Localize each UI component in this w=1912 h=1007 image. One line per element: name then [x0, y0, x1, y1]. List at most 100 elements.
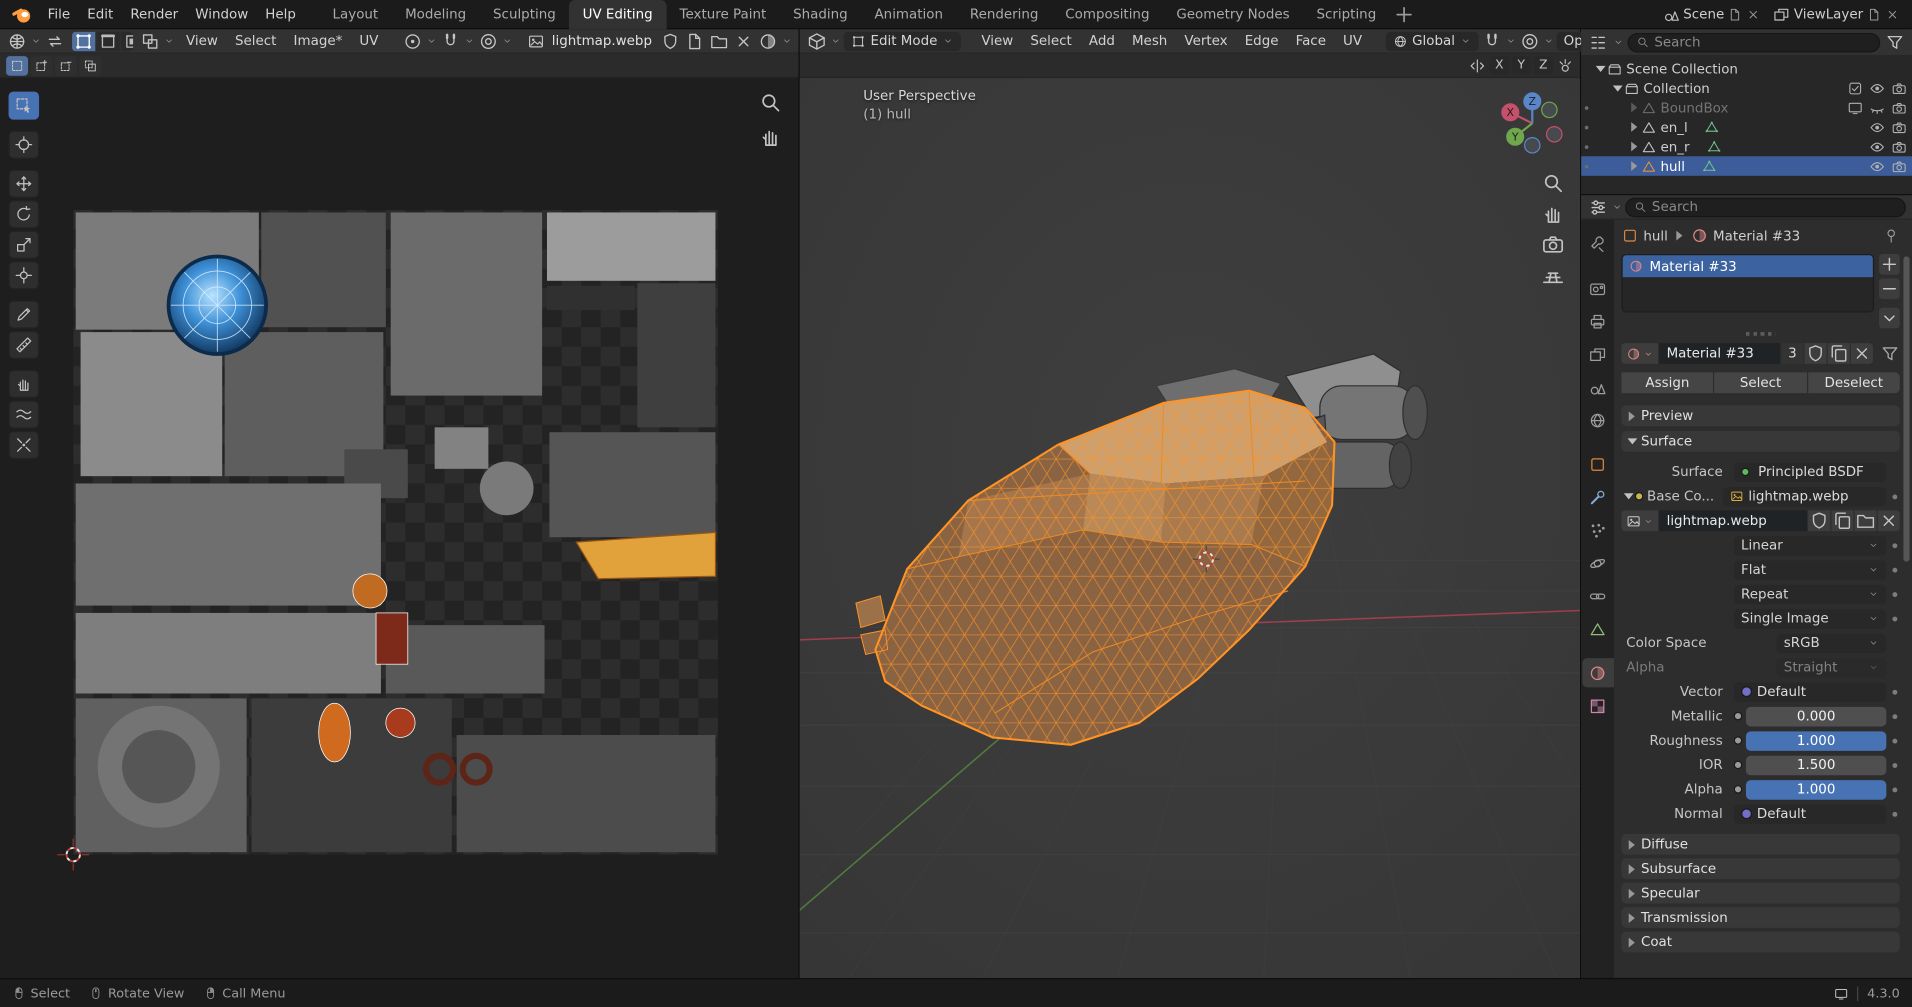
- disclosure-triangle[interactable]: [1593, 59, 1606, 79]
- list-resize-grip[interactable]: [1621, 328, 1899, 338]
- property-field[interactable]: Default: [1734, 804, 1887, 824]
- viewport-menu-item[interactable]: Edge: [1236, 30, 1287, 52]
- hide-in-viewport-toggle[interactable]: [1869, 139, 1885, 155]
- breadcrumb-material[interactable]: Material #33: [1713, 228, 1800, 244]
- chev-icon[interactable]: [1613, 37, 1624, 48]
- outliner-row[interactable]: en_l: [1581, 117, 1912, 137]
- outliner-row[interactable]: hull: [1581, 156, 1912, 176]
- uv-tool-button[interactable]: [9, 231, 40, 259]
- properties-tab[interactable]: [1582, 230, 1614, 259]
- panel-surface[interactable]: Surface: [1621, 431, 1899, 452]
- disclosure-triangle[interactable]: [1628, 117, 1641, 137]
- outliner-row[interactable]: Collection: [1581, 78, 1912, 98]
- disable-in-renders-toggle[interactable]: [1891, 80, 1907, 96]
- navigation-gizmo[interactable]: Z X Y: [1497, 88, 1568, 159]
- uv-vertex-mode-button[interactable]: [72, 31, 95, 51]
- menubar-item[interactable]: Help: [257, 3, 305, 25]
- editor-type-selector[interactable]: [806, 31, 828, 51]
- material-users-button[interactable]: 3: [1781, 343, 1803, 364]
- decorator-dot[interactable]: [1886, 730, 1899, 751]
- disclosure-triangle[interactable]: [1628, 98, 1641, 118]
- filter-button[interactable]: [1884, 32, 1906, 52]
- decorator-dot[interactable]: [1886, 803, 1899, 824]
- browse-image-button[interactable]: [1621, 510, 1658, 531]
- restrict-toggle[interactable]: [1847, 100, 1863, 116]
- mode-selector[interactable]: Edit Mode: [844, 31, 961, 51]
- restrict-toggle[interactable]: [1847, 80, 1863, 96]
- image-name-field[interactable]: lightmap.webp: [1659, 510, 1807, 531]
- duplicate-material-button[interactable]: [1828, 343, 1850, 364]
- uv-tool-button[interactable]: [9, 331, 40, 359]
- property-field[interactable]: 1.000: [1746, 731, 1886, 751]
- uv-tool-button[interactable]: [9, 261, 40, 289]
- hide-in-viewport-toggle[interactable]: [1869, 80, 1885, 96]
- disable-in-renders-toggle[interactable]: [1891, 158, 1907, 174]
- remove-viewlayer-icon[interactable]: [1885, 7, 1900, 22]
- interpolation-dropdown[interactable]: Linear: [1734, 535, 1887, 555]
- decorator-dot[interactable]: [1886, 755, 1899, 776]
- workspace-tab[interactable]: Rendering: [956, 0, 1051, 29]
- remove-slot-button[interactable]: [1879, 278, 1900, 299]
- workspace-tab[interactable]: Texture Paint: [666, 0, 780, 29]
- assign-action-button[interactable]: Assign: [1621, 372, 1713, 393]
- uv-menu-item[interactable]: Image*: [285, 30, 351, 52]
- viewport-menu-item[interactable]: Face: [1287, 30, 1334, 52]
- disclosure-triangle[interactable]: [1621, 487, 1634, 507]
- menubar-item[interactable]: File: [39, 3, 79, 25]
- unlink-material-button[interactable]: [1851, 343, 1873, 364]
- properties-tab[interactable]: [1582, 482, 1614, 511]
- base-color-field[interactable]: lightmap.webp: [1723, 487, 1887, 507]
- uv-sync-selection-toggle[interactable]: [44, 31, 66, 51]
- image-fake-user-button[interactable]: [1808, 510, 1830, 531]
- editor-type-selector[interactable]: [1587, 32, 1609, 52]
- decorator-dot[interactable]: [1886, 681, 1899, 702]
- perspective-toggle-control[interactable]: [1541, 263, 1565, 287]
- uv-tool-button[interactable]: [9, 400, 40, 428]
- workspace-tab[interactable]: Shading: [780, 0, 861, 29]
- unlink-scene-icon[interactable]: [1746, 7, 1761, 22]
- uv-tool-button[interactable]: [9, 170, 40, 198]
- workspace-tab[interactable]: UV Editing: [569, 0, 666, 29]
- chev-icon[interactable]: [1612, 201, 1623, 212]
- breadcrumb-object[interactable]: hull: [1643, 228, 1667, 244]
- panel-header[interactable]: Transmission: [1621, 907, 1899, 928]
- chev-icon[interactable]: [31, 35, 42, 46]
- mirror-axis-toggle[interactable]: X: [1490, 56, 1510, 74]
- menubar-item[interactable]: Render: [122, 3, 187, 25]
- sticky-selection-selector[interactable]: [140, 31, 162, 51]
- unlink-image-button[interactable]: [1878, 510, 1900, 531]
- select-tool-mode-button[interactable]: [6, 56, 28, 76]
- extension-dropdown[interactable]: Repeat: [1734, 584, 1887, 604]
- uv-edge-mode-button[interactable]: [96, 31, 119, 51]
- mirror-axis-toggle[interactable]: Z: [1534, 56, 1554, 74]
- browse-material-button[interactable]: [1621, 343, 1658, 364]
- properties-tab[interactable]: [1582, 449, 1614, 478]
- proportional-edit-toggle[interactable]: [477, 31, 499, 51]
- snap-toggle[interactable]: [1481, 31, 1503, 51]
- properties-tab[interactable]: [1582, 405, 1614, 434]
- menubar-item[interactable]: Edit: [79, 3, 122, 25]
- image-fake-user-button[interactable]: [659, 31, 681, 51]
- display-channels-selector[interactable]: [757, 31, 779, 51]
- open-image-button[interactable]: [1855, 510, 1877, 531]
- mirror-axis-toggle[interactable]: Y: [1512, 56, 1532, 74]
- open-image-button[interactable]: [708, 31, 730, 51]
- disclosure-triangle[interactable]: [1628, 156, 1641, 176]
- disable-in-renders-toggle[interactable]: [1891, 100, 1907, 116]
- slot-specials-button[interactable]: [1879, 308, 1900, 329]
- viewport-menu-item[interactable]: View: [973, 30, 1022, 52]
- source-dropdown[interactable]: Single Image: [1734, 609, 1887, 629]
- panel-header[interactable]: Subsurface: [1621, 858, 1899, 879]
- uv-texture-image[interactable]: [73, 210, 718, 855]
- chev-icon[interactable]: [781, 35, 792, 46]
- uv-canvas[interactable]: [0, 78, 798, 978]
- properties-tab[interactable]: [1582, 581, 1614, 610]
- workspace-tab[interactable]: Layout: [319, 0, 392, 29]
- properties-tab[interactable]: [1582, 658, 1614, 687]
- disable-in-renders-toggle[interactable]: [1891, 119, 1907, 135]
- outliner-row[interactable]: Scene Collection: [1581, 59, 1912, 79]
- viewport-menu-item[interactable]: Vertex: [1176, 30, 1236, 52]
- camera-view-control[interactable]: [1541, 232, 1565, 256]
- property-field[interactable]: 0.000: [1746, 706, 1886, 726]
- material-slot-list[interactable]: Material #33: [1621, 254, 1874, 313]
